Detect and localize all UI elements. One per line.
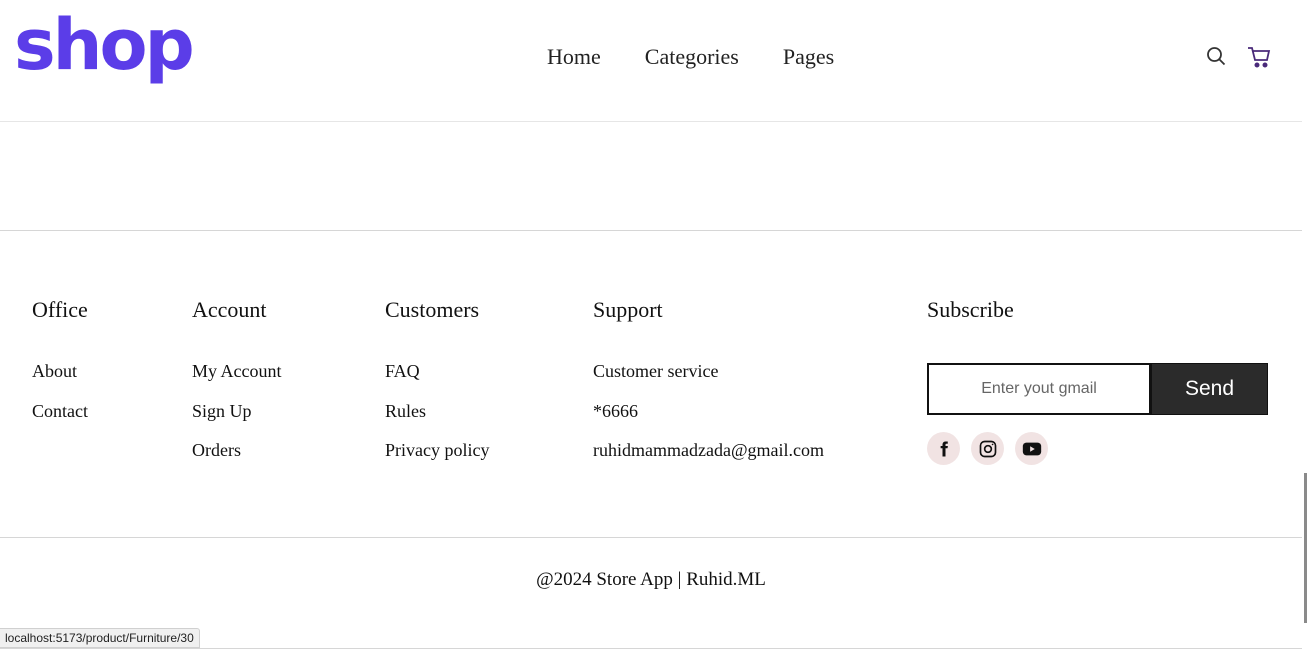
footer-link-orders[interactable]: Orders [192,440,282,460]
facebook-icon[interactable] [927,432,960,465]
col-title: Office [32,297,88,322]
footer-link-my-account[interactable]: My Account [192,361,282,381]
subscribe-section: Subscribe [927,297,1014,361]
site-header: shop Home Categories Pages [0,0,1302,122]
footer-link-faq[interactable]: FAQ [385,361,489,381]
youtube-icon[interactable] [1015,432,1048,465]
social-links [927,432,1048,465]
footer-link-rules[interactable]: Rules [385,401,489,421]
footer-col-support: Support Customer service *6666 ruhidmamm… [593,297,824,480]
footer-col-office: Office About Contact [32,297,88,440]
scrollbar-track[interactable] [1302,0,1307,650]
footer-top-divider [0,230,1302,231]
instagram-icon[interactable] [971,432,1004,465]
cart-icon[interactable] [1246,44,1271,68]
footer-link-customer-service[interactable]: Customer service [593,361,824,381]
nav-pages[interactable]: Pages [783,44,834,70]
col-title: Support [593,297,663,322]
send-button[interactable]: Send [1151,363,1268,415]
subscribe-title: Subscribe [927,297,1014,322]
nav-categories[interactable]: Categories [645,44,739,70]
page-bottom-line [0,648,1302,649]
footer-link-privacy[interactable]: Privacy policy [385,440,489,460]
footer-col-customers: Customers FAQ Rules Privacy policy [385,297,489,480]
footer-bottom-divider [0,537,1302,538]
footer-link-phone[interactable]: *6666 [593,401,824,421]
col-title: Customers [385,297,480,322]
footer-link-sign-up[interactable]: Sign Up [192,401,282,421]
footer-link-about[interactable]: About [32,361,88,381]
footer-col-account: Account My Account Sign Up Orders [192,297,282,480]
main-nav: Home Categories Pages [547,44,834,70]
browser-status-url: localhost:5173/product/Furniture/30 [0,628,200,648]
email-field[interactable] [927,363,1151,415]
footer-link-contact[interactable]: Contact [32,401,88,421]
logo[interactable]: shop [14,10,195,80]
col-title: Account [192,297,267,322]
subscribe-form: Send [927,363,1268,415]
copyright: @2024 Store App | Ruhid.ML [536,569,766,590]
footer-link-email[interactable]: ruhidmammadzada@gmail.com [593,440,824,460]
nav-home[interactable]: Home [547,44,601,70]
search-icon[interactable] [1204,44,1228,68]
